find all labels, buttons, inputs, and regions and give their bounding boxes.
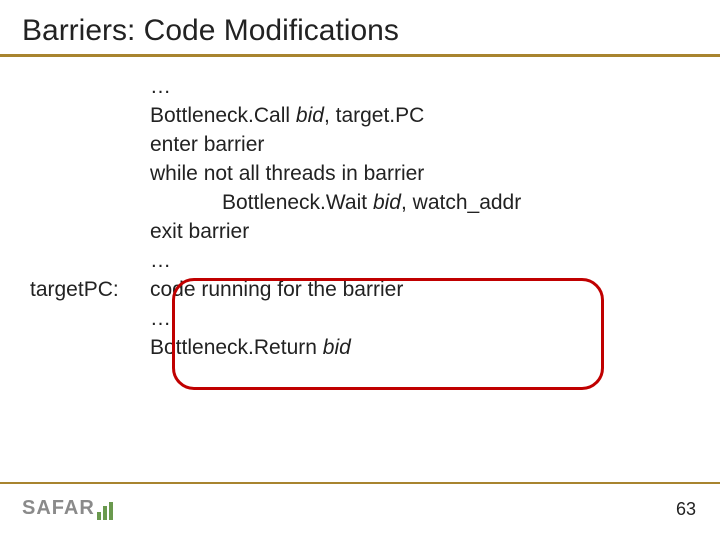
slide-title: Barriers: Code Modifications [0, 0, 720, 54]
code-line: while not all threads in barrier [150, 162, 424, 186]
footer-brand: SAFAR [22, 497, 113, 520]
code-row: Bottleneck.Wait bid, watch_addr [30, 191, 720, 220]
code-line: enter barrier [150, 133, 264, 157]
content-area: … Bottleneck.Call bid, target.PC enter b… [0, 57, 720, 365]
code-line: Bottleneck.Wait bid, watch_addr [150, 191, 521, 215]
code-line: … [150, 307, 171, 331]
brand-text: SAFAR [22, 497, 95, 520]
footer-divider [0, 482, 720, 484]
brand-logo-icon [97, 502, 113, 520]
code-row: Bottleneck.Call bid, target.PC [30, 104, 720, 133]
code-row: … [30, 75, 720, 104]
target-pc-label: targetPC: [30, 278, 150, 302]
code-row: while not all threads in barrier [30, 162, 720, 191]
code-line: exit barrier [150, 220, 249, 244]
code-row: exit barrier [30, 220, 720, 249]
highlight-callout [172, 278, 604, 390]
code-block: … Bottleneck.Call bid, target.PC enter b… [30, 75, 720, 365]
code-row: enter barrier [30, 133, 720, 162]
code-row: … [30, 249, 720, 278]
page-number: 63 [676, 499, 696, 520]
code-line: … [150, 249, 171, 273]
code-line: … [150, 75, 171, 99]
code-line: Bottleneck.Call bid, target.PC [150, 104, 424, 128]
